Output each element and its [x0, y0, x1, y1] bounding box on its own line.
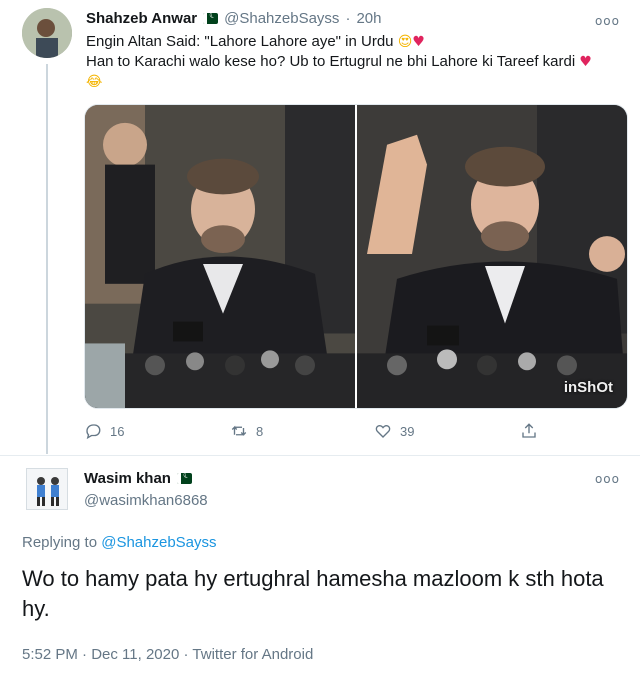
retweet-icon	[231, 425, 247, 436]
thread-line	[46, 64, 48, 454]
reply-tweet[interactable]: Wasim khan @wasimkhan6868 ooo Replying t…	[0, 456, 640, 674]
reply-author-handle[interactable]: @wasimkhan6868	[84, 492, 208, 509]
reply-icon	[86, 424, 101, 440]
replying-prefix: Replying to	[22, 534, 98, 551]
tweet-media[interactable]: inShOt	[84, 104, 628, 409]
author-handle[interactable]: @ShahzebSayss	[224, 10, 339, 27]
retweet-button[interactable]: 8	[230, 422, 263, 440]
meta-separator: ·	[82, 646, 88, 663]
more-options-icon[interactable]: ooo	[595, 472, 620, 486]
like-count: 39	[400, 423, 415, 439]
reply-time[interactable]: 5:52 PM	[22, 646, 78, 663]
laughing-emoji-icon: 😂	[86, 74, 103, 90]
tweet-time[interactable]: 20h	[356, 10, 381, 27]
verified-flag-icon	[203, 11, 219, 24]
replying-to: Replying to @ShahzebSayss	[22, 534, 217, 551]
reply-author-name[interactable]: Wasim khan	[84, 470, 171, 487]
meta-separator: ·	[183, 646, 189, 663]
tweet-text: Engin Altan Said: "Lahore Lahore aye" in…	[86, 32, 626, 92]
heart-eyes-emoji-icon: 😍	[397, 34, 413, 50]
author-name[interactable]: Shahzeb Anwar	[86, 10, 197, 27]
tweet-actions: 16 8 39	[84, 422, 554, 444]
original-tweet[interactable]: Shahzeb Anwar @ShahzebSayss · 20h ooo En…	[0, 0, 640, 455]
heart-emoji-icon: ♥	[412, 34, 425, 50]
reply-meta: 5:52 PM · Dec 11, 2020 · Twitter for And…	[22, 646, 313, 663]
reply-text: Wo to hamy pata hy ertughral hamesha maz…	[22, 566, 604, 621]
share-button[interactable]	[520, 422, 538, 440]
heart-emoji-icon: ♥	[579, 54, 592, 70]
reply-source[interactable]: Twitter for Android	[192, 646, 313, 663]
share-icon	[522, 423, 536, 438]
reply-count: 16	[110, 423, 125, 439]
media-photo-1[interactable]	[85, 105, 355, 408]
replying-to-link[interactable]: @ShahzebSayss	[101, 534, 216, 551]
more-options-icon[interactable]: ooo	[595, 14, 620, 28]
separator: ·	[345, 10, 351, 27]
reply-date[interactable]: Dec 11, 2020	[91, 646, 179, 663]
tweet-text-line-2: Han to Karachi walo kese ho? Ub to Ertug…	[86, 53, 576, 70]
reply-author-header: Wasim khan	[84, 470, 192, 487]
reply-author-avatar[interactable]	[26, 468, 68, 510]
author-avatar[interactable]	[22, 8, 72, 58]
reply-button[interactable]: 16	[84, 422, 124, 440]
media-photo-2[interactable]: inShOt	[357, 105, 627, 408]
tweet-text-line-1: Engin Altan Said: "Lahore Lahore aye" in…	[86, 33, 394, 50]
like-button[interactable]: 39	[374, 422, 414, 440]
media-watermark: inShOt	[563, 379, 613, 396]
verified-flag-icon	[176, 471, 192, 484]
retweet-count: 8	[256, 423, 264, 439]
like-icon	[375, 425, 391, 438]
tweet-header: Shahzeb Anwar @ShahzebSayss · 20h	[86, 10, 381, 27]
